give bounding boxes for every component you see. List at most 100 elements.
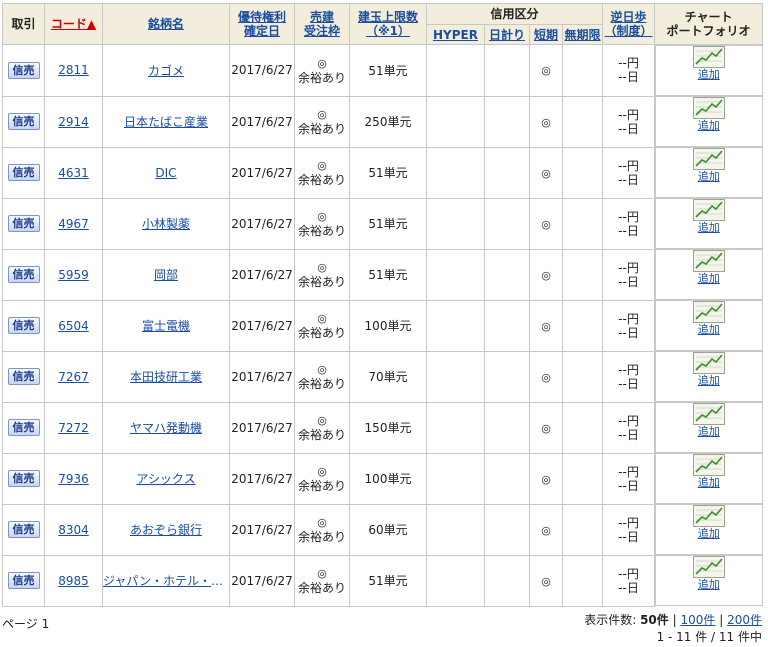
line-chart-icon[interactable] [692,250,725,272]
add-portfolio-link[interactable]: 追加 [656,221,762,234]
page-indicator: ページ 1 [2,617,50,631]
sort-reverse-link[interactable]: 逆日歩 （制度） [605,10,653,38]
stock-name-link[interactable]: 富士電機 [104,317,229,334]
limit-cell: 51単元 [349,44,427,97]
short-mark: ◎ [541,472,551,486]
sort-short-link[interactable]: 短期 [534,28,558,42]
add-portfolio-link[interactable]: 追加 [656,119,762,132]
sort-name-link[interactable]: 銘柄名 [148,17,184,31]
stock-name-link[interactable]: 本田技研工業 [104,368,229,385]
line-chart-icon[interactable] [692,352,725,374]
add-portfolio-link[interactable]: 追加 [656,578,762,591]
add-portfolio-link[interactable]: 追加 [656,323,762,336]
stock-code-link[interactable]: 4631 [58,166,89,180]
credit-sell-button[interactable]: 信売 [7,113,40,130]
credit-sell-button[interactable]: 信売 [7,368,40,385]
add-portfolio-link[interactable]: 追加 [656,68,762,81]
line-chart-icon[interactable] [692,505,725,527]
stock-name-link[interactable]: ヤマハ発動機 [104,419,229,436]
add-portfolio-link[interactable]: 追加 [656,527,762,540]
page-size-200-link[interactable]: 200件 [727,613,762,627]
header-hyper[interactable]: HYPER [426,24,485,45]
header-date[interactable]: 優待権利 確定日 [229,3,295,45]
line-chart-icon[interactable] [692,556,725,578]
line-chart-icon[interactable] [692,301,725,323]
credit-sell-button[interactable]: 信売 [7,470,40,487]
stock-name-link[interactable]: カゴメ [104,62,229,79]
header-indef[interactable]: 無期限 [561,24,604,45]
reverse-yen: --円 [618,311,639,326]
stock-name-link[interactable]: 日本たばこ産業 [104,113,229,130]
chart-cell: 追加 [655,198,763,249]
order-text: 余裕あり [297,530,346,544]
order-cell: ◎ 余裕あり [294,452,350,505]
sort-code-link[interactable]: コード▲ [51,17,96,31]
credit-sell-button[interactable]: 信売 [7,572,40,589]
header-code[interactable]: コード▲ [44,3,103,45]
add-portfolio-link[interactable]: 追加 [656,476,762,489]
line-chart-icon[interactable] [692,97,725,119]
code-cell: 4967 [44,197,103,250]
short-mark: ◎ [541,268,551,282]
stock-code-link[interactable]: 7272 [58,421,89,435]
header-reverse[interactable]: 逆日歩 （制度） [602,3,656,45]
add-portfolio-link[interactable]: 追加 [656,272,762,285]
stock-code-link[interactable]: 7936 [58,472,89,486]
stock-name-link[interactable]: ジャパン・ホテル・リ… [104,572,229,589]
header-limit-line1: 建玉上限数 [357,10,418,24]
reverse-yen: --円 [618,260,639,275]
credit-sell-button[interactable]: 信売 [7,419,40,436]
stock-code-link[interactable]: 8985 [58,574,89,588]
line-chart-icon[interactable] [692,403,725,425]
order-cell: ◎ 余裕あり [294,95,350,148]
add-portfolio-link[interactable]: 追加 [656,374,762,387]
add-portfolio-link[interactable]: 追加 [656,425,762,438]
stock-code-link[interactable]: 4967 [58,217,89,231]
header-short[interactable]: 短期 [529,24,563,45]
result-range: 1 - 11 件 / 11 件中 [656,630,762,644]
line-chart-icon[interactable] [692,46,725,68]
indef-cell [561,197,604,250]
credit-sell-button[interactable]: 信売 [7,317,40,334]
header-limit[interactable]: 建玉上限数 （※1） [349,3,427,45]
stock-code-link[interactable]: 7267 [58,370,89,384]
order-mark: ◎ [317,567,327,580]
stock-code-link[interactable]: 6504 [58,319,89,333]
stock-code-link[interactable]: 2811 [58,63,89,77]
credit-sell-button[interactable]: 信売 [7,521,40,538]
header-daily[interactable]: 日計り [484,24,530,45]
order-cell: ◎ 余裕あり [294,197,350,250]
indef-cell [561,44,604,97]
credit-sell-button[interactable]: 信売 [7,164,40,181]
line-chart-icon[interactable] [692,454,725,476]
reverse-yen: --円 [618,362,639,377]
reverse-day: --日 [618,376,639,391]
sort-date-link[interactable]: 優待権利 確定日 [238,10,286,38]
stock-code-link[interactable]: 2914 [58,115,89,129]
stock-name-link[interactable]: あおぞら銀行 [104,521,229,538]
stock-name-link[interactable]: アシックス [104,470,229,487]
credit-sell-button[interactable]: 信売 [7,266,40,283]
sort-limit-link[interactable]: 建玉上限数 （※1） [358,10,418,38]
page-size-100-link[interactable]: 100件 [680,613,715,627]
header-order[interactable]: 売建 受注枠 [294,3,350,45]
stock-code-link[interactable]: 5959 [58,268,89,282]
add-portfolio-link[interactable]: 追加 [656,170,762,183]
stock-name-link[interactable]: DIC [104,166,229,180]
sort-daily-link[interactable]: 日計り [489,28,525,42]
header-name[interactable]: 銘柄名 [102,3,230,45]
sort-order-link[interactable]: 売建 受注枠 [304,10,340,38]
line-chart-icon[interactable] [692,199,725,221]
line-chart-icon[interactable] [692,148,725,170]
sort-hyper-link[interactable]: HYPER [433,28,478,42]
table-row: 信売 8304 あおぞら銀行 2017/6/27 ◎ 余裕あり 60単元 ◎ --円 --日 追加 [2,503,763,556]
page-size-50: 50件 [640,613,669,627]
trade-cell: 信売 [2,95,45,148]
stock-code-link[interactable]: 8304 [58,523,89,537]
stock-name-link[interactable]: 小林製薬 [104,215,229,232]
sort-indef-link[interactable]: 無期限 [565,28,601,42]
credit-sell-button[interactable]: 信売 [7,61,40,79]
daily-cell [484,44,530,97]
credit-sell-button[interactable]: 信売 [7,215,40,232]
stock-name-link[interactable]: 岡部 [104,266,229,283]
